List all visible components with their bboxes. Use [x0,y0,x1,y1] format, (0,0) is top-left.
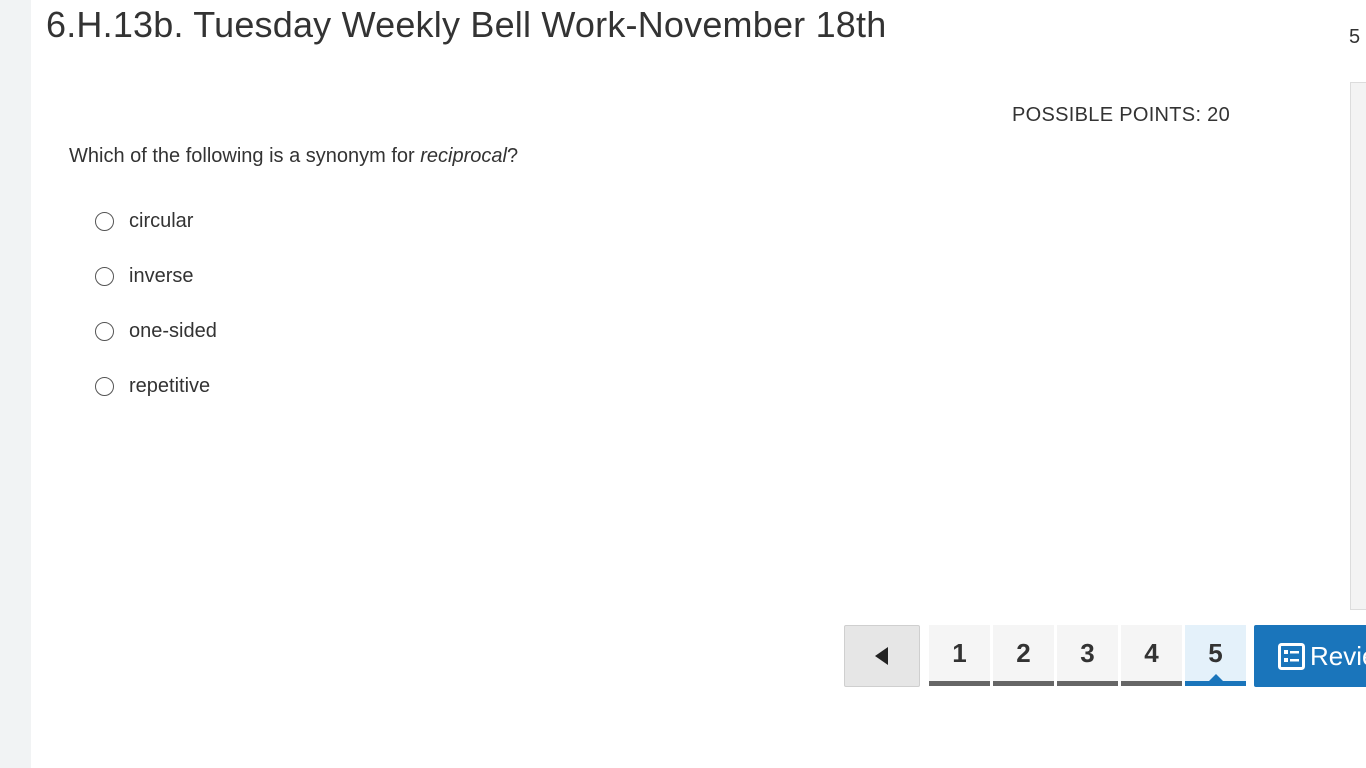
radio-button[interactable] [95,376,114,396]
page-button-2[interactable]: 2 [993,625,1054,686]
question-text-after: ? [506,145,519,167]
possible-points: POSSIBLE POINTS: 20 [1012,104,1231,126]
answer-option-label: circular [129,209,194,232]
answer-option-label: one-sided [129,319,217,342]
review-button-label: Review [1310,640,1366,671]
question-count: 5 [1349,26,1361,48]
answer-options: circular inverse one-sided repetitive [95,205,217,425]
radio-button[interactable] [95,321,114,341]
answer-option[interactable]: repetitive [95,370,217,402]
left-rail [0,0,31,768]
answer-option[interactable]: circular [95,205,217,237]
answer-option[interactable]: inverse [95,260,217,292]
review-list-icon [1278,642,1305,670]
scrollbar[interactable] [1350,82,1366,610]
answer-option[interactable]: one-sided [95,315,217,347]
triangle-left-icon [874,647,888,665]
active-page-caret [1208,674,1223,681]
answer-option-label: repetitive [129,374,211,397]
review-button[interactable]: Review [1254,625,1366,687]
page-button-4[interactable]: 4 [1121,625,1182,686]
question-keyword: reciprocal [420,145,507,167]
answer-option-label: inverse [129,264,194,287]
page-button-label: 5 [1208,637,1223,668]
radio-button[interactable] [95,211,114,231]
page-button-5[interactable]: 5 [1185,625,1246,686]
question-prompt: Which of the following is a synonym for … [69,145,518,168]
page-button-3[interactable]: 3 [1057,625,1118,686]
question-text-before: Which of the following is a synonym for [69,145,421,167]
page-title: 6.H.13b. Tuesday Weekly Bell Work-Novemb… [46,4,887,45]
radio-button[interactable] [95,266,114,286]
previous-question-button[interactable] [844,625,920,687]
page-button-1[interactable]: 1 [929,625,990,686]
